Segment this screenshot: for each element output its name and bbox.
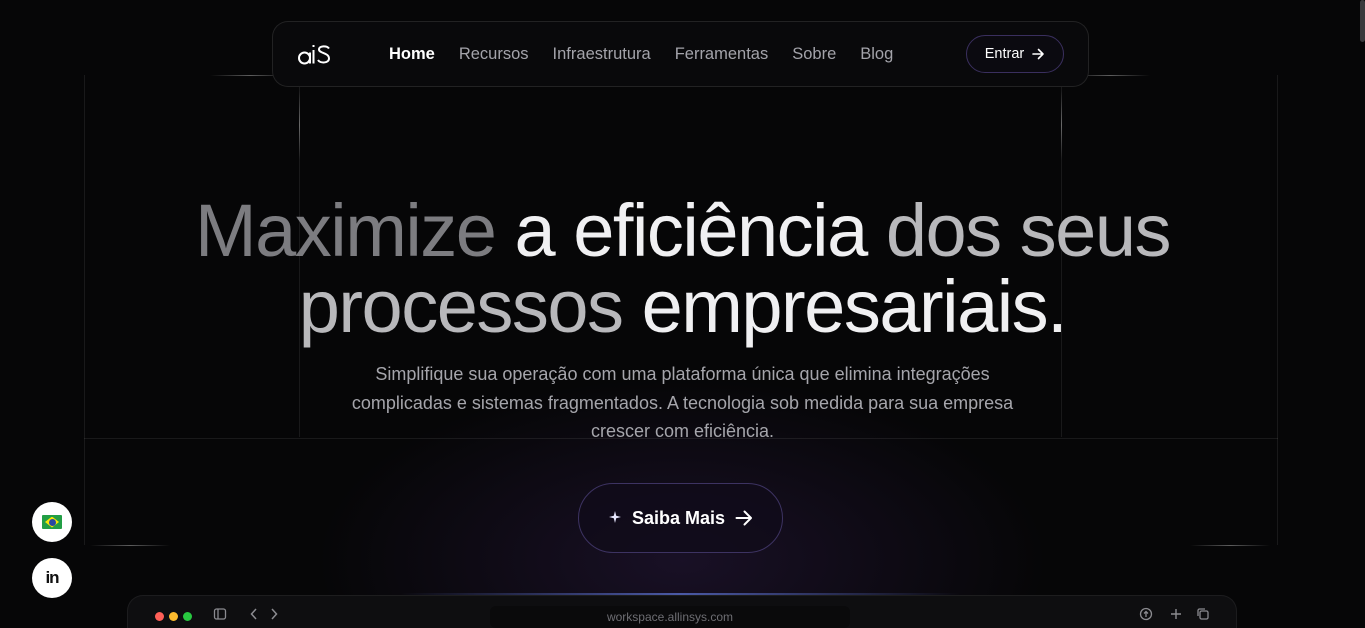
nav-link-ferramentas[interactable]: Ferramentas xyxy=(675,45,769,64)
new-tab-icon[interactable] xyxy=(1169,607,1183,625)
sidebar-toggle-icon[interactable] xyxy=(213,607,227,625)
headline-word: dos seus xyxy=(885,189,1172,272)
url-bar[interactable]: workspace.allinsys.com xyxy=(490,606,850,628)
headline-word: a eficiência xyxy=(495,189,886,272)
ais-logo-icon xyxy=(298,45,331,65)
close-dot xyxy=(155,612,164,621)
back-icon[interactable] xyxy=(249,607,259,625)
tabs-overview-icon[interactable] xyxy=(1196,607,1210,625)
hero-headline-line1: Maximize a eficiência dos seus xyxy=(0,192,1365,270)
nav-link-infraestrutura[interactable]: Infraestrutura xyxy=(553,45,651,64)
hero-subtext: Simplifique sua operação com uma platafo… xyxy=(351,364,1014,441)
nav-link-blog[interactable]: Blog xyxy=(860,45,893,64)
saiba-mais-button[interactable]: Saiba Mais xyxy=(578,483,783,553)
maximize-dot xyxy=(183,612,192,621)
headline-word: empresariais. xyxy=(641,265,1068,348)
saiba-mais-label: Saiba Mais xyxy=(631,507,726,528)
window-dots xyxy=(155,612,192,621)
frame-glow xyxy=(1190,545,1270,546)
page: Home Recursos Infraestrutura Ferramentas… xyxy=(0,0,1365,628)
sparkle-icon xyxy=(608,510,622,527)
navbar: Home Recursos Infraestrutura Ferramentas… xyxy=(272,21,1089,87)
frame-glow xyxy=(299,90,300,160)
linkedin-button[interactable]: in xyxy=(32,558,72,598)
headline-word: processos xyxy=(298,265,642,348)
brazil-flag-icon xyxy=(42,515,62,529)
logo[interactable] xyxy=(296,40,332,68)
arrow-right-icon xyxy=(1032,48,1045,60)
minimize-dot xyxy=(169,612,178,621)
frame-glow xyxy=(90,545,170,546)
nav-link-sobre[interactable]: Sobre xyxy=(792,45,836,64)
headline-word: Maximize xyxy=(194,189,497,272)
nav-link-home[interactable]: Home xyxy=(389,45,435,64)
arrow-right-icon xyxy=(735,510,753,526)
browser-mockup: workspace.allinsys.com xyxy=(127,595,1237,628)
nav-link-recursos[interactable]: Recursos xyxy=(459,45,529,64)
linkedin-icon: in xyxy=(45,568,59,587)
login-button[interactable]: Entrar xyxy=(966,35,1064,73)
language-button[interactable] xyxy=(32,502,72,542)
hero-headline-line2: processos empresariais. xyxy=(0,268,1365,346)
nav-links: Home Recursos Infraestrutura Ferramentas… xyxy=(389,22,893,86)
login-button-label: Entrar xyxy=(984,46,1025,62)
frame-glow xyxy=(1061,90,1062,160)
scrollbar-thumb[interactable] xyxy=(1360,0,1365,42)
forward-icon[interactable] xyxy=(269,607,279,625)
share-icon[interactable] xyxy=(1139,607,1153,625)
